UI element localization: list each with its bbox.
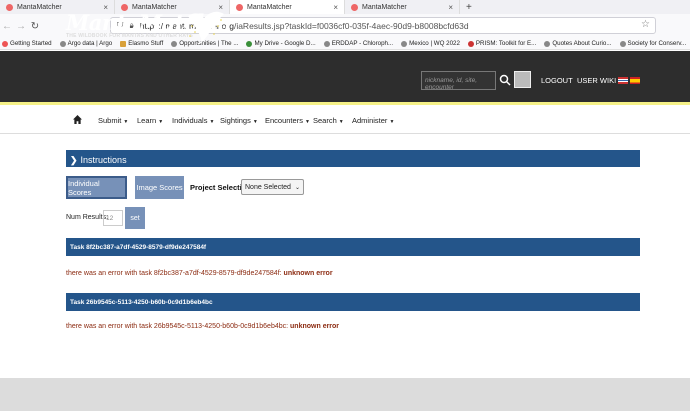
bookmark-item[interactable]: My Drive - Google D... [246, 40, 316, 47]
user-avatar[interactable] [514, 71, 531, 88]
globe-icon [59, 40, 66, 47]
set-button[interactable]: set [125, 207, 145, 229]
image-scores-button[interactable]: Image Scores [135, 176, 184, 199]
close-icon[interactable]: × [448, 3, 453, 12]
caret-down-icon: ▼ [123, 119, 129, 125]
nav-learn[interactable]: Learn ▼ [137, 116, 163, 125]
site-search-input[interactable]: nickname, id, site, encounter [421, 71, 496, 91]
num-results-input[interactable]: 12 [103, 210, 123, 226]
bookmark-item[interactable]: Getting Started [2, 40, 52, 47]
bookmark-item[interactable]: Argo data | Argo [59, 40, 112, 47]
project-select[interactable]: None Selected ⌄ [241, 179, 304, 195]
nav-encounters[interactable]: Encounters ▼ [265, 116, 310, 125]
browser-tab-4[interactable]: MantaMatcher × [345, 0, 460, 14]
english-flag-icon[interactable] [618, 77, 628, 84]
bookmark-item[interactable]: Elasmo Stuff [120, 40, 163, 47]
reload-icon[interactable]: ↻ [28, 21, 42, 32]
globe-icon [171, 40, 178, 47]
bookmark-item[interactable]: Quotes About Curio... [544, 40, 612, 47]
chevron-right-icon: ❯ [70, 154, 78, 165]
globe-icon [544, 40, 551, 47]
globe-icon [323, 40, 330, 47]
forward-icon[interactable]: → [14, 21, 28, 32]
spanish-flag-icon[interactable] [630, 77, 640, 84]
prism-icon [467, 40, 474, 47]
num-results-label: Num Results: [66, 214, 109, 221]
caret-down-icon: ▼ [304, 119, 310, 125]
close-icon[interactable]: × [333, 3, 338, 12]
globe-icon [619, 40, 626, 47]
caret-down-icon: ▼ [209, 119, 215, 125]
caret-down-icon: ▼ [252, 119, 258, 125]
nav-individuals[interactable]: Individuals ▼ [172, 116, 214, 125]
bookmark-icon [2, 40, 8, 47]
favicon-icon [236, 3, 243, 11]
bookmark-item[interactable]: Society for Conserv... [619, 40, 686, 47]
logout-link[interactable]: LOGOUT [541, 76, 573, 85]
instructions-toggle[interactable]: ❯ Instructions [66, 150, 640, 167]
bookmarks-bar: Getting Started Argo data | Argo Elasmo … [0, 38, 690, 50]
folder-icon [120, 40, 127, 47]
drive-icon [246, 40, 253, 47]
bookmark-star-icon[interactable]: ☆ [641, 19, 650, 30]
caret-down-icon: ▼ [389, 119, 395, 125]
nav-submit[interactable]: Submit ▼ [98, 116, 128, 125]
task-error-message: there was an error with task 26b9545c-51… [66, 323, 340, 330]
task-header: Task 26b9545c-5113-4250-b60b-0c9d1b6eb4b… [66, 293, 640, 311]
bookmark-item[interactable]: Mexico | WQ 2022 [401, 40, 460, 47]
bookmark-item[interactable]: PRISM: Toolkit for E... [467, 40, 536, 47]
caret-down-icon: ▼ [338, 119, 344, 125]
chevron-down-icon: ⌄ [294, 184, 300, 191]
favicon-icon [351, 3, 358, 11]
task-error-message: there was an error with task 8f2bc387-a7… [66, 270, 333, 277]
site-tagline: THE WILDBOOK FOR MANTAS AND OTHER RAYS [66, 33, 193, 39]
nav-sightings[interactable]: Sightings ▼ [220, 116, 258, 125]
globe-icon [401, 40, 408, 47]
new-tab-icon[interactable]: + [460, 0, 472, 14]
search-icon[interactable] [499, 74, 511, 86]
caret-down-icon: ▼ [158, 119, 164, 125]
back-icon[interactable]: ← [0, 21, 14, 32]
nav-administer[interactable]: Administer ▼ [352, 116, 394, 125]
home-icon[interactable] [73, 115, 82, 124]
individual-scores-button[interactable]: Individual Scores [66, 176, 127, 199]
task-header: Task 8f2bc387-a7df-4529-8579-df9de247584… [66, 238, 640, 256]
favicon-icon [6, 3, 13, 11]
browser-tab-3[interactable]: MantaMatcher × [230, 0, 345, 14]
nav-search[interactable]: Search ▼ [313, 116, 344, 125]
manta-logo-icon [188, 11, 224, 44]
user-wiki-link[interactable]: USER WIKI [577, 76, 616, 85]
page-footer [0, 378, 690, 411]
bookmark-item[interactable]: ERDDAP - Chloroph... [323, 40, 393, 47]
